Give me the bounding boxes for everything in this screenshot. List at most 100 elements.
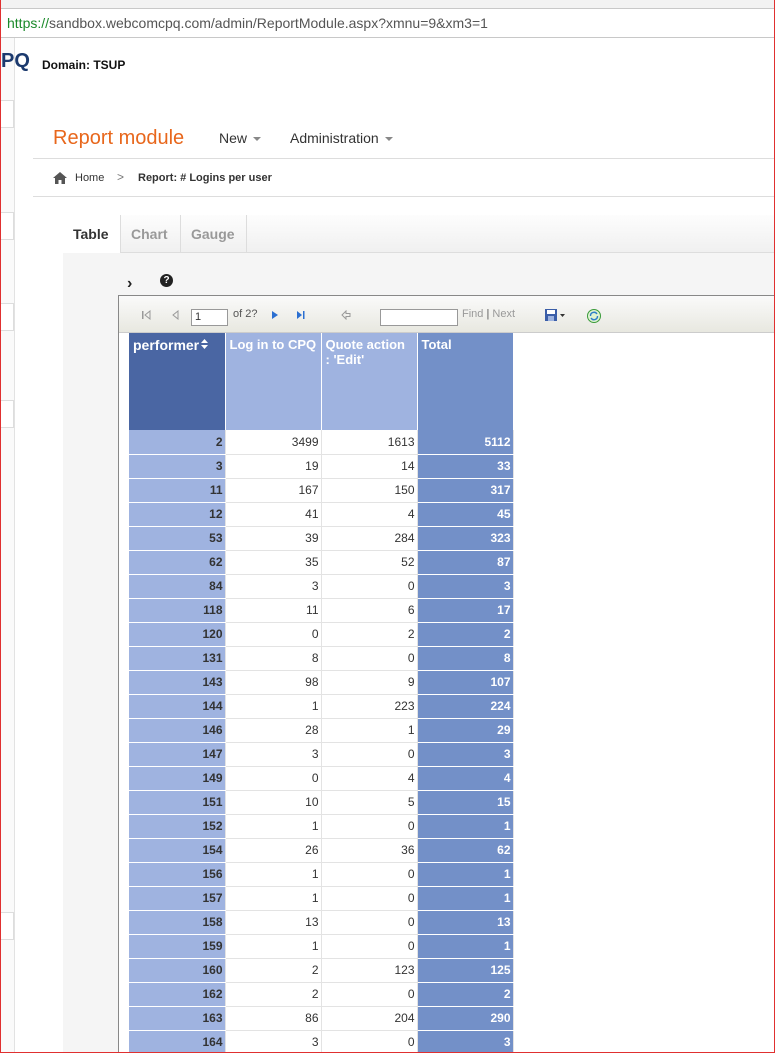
cell-login: 3 (225, 574, 322, 599)
cell-total: 5112 (417, 430, 514, 455)
cell-quote-edit: 14 (321, 454, 418, 479)
cell-quote-edit: 0 (321, 646, 418, 671)
cell-login: 3 (225, 742, 322, 767)
cell-performer: 157 (129, 886, 226, 911)
page-count: of 2? (233, 308, 258, 320)
tab-gauge[interactable]: Gauge (181, 215, 247, 253)
cell-total: 87 (417, 550, 514, 575)
cell-quote-edit: 0 (321, 910, 418, 935)
cell-performer: 149 (129, 766, 226, 791)
cell-performer: 131 (129, 646, 226, 671)
report-table: performer Log in to CPQ Quote action : '… (129, 333, 514, 1052)
cell-performer: 164 (129, 1030, 226, 1052)
cell-login: 1 (225, 694, 322, 719)
header-performer-label: performer (133, 337, 200, 353)
sidebar-item[interactable] (1, 100, 14, 128)
table-row: 154 26 36 62 (129, 838, 514, 863)
cell-login: 1 (225, 814, 322, 839)
cell-performer: 84 (129, 574, 226, 599)
cell-quote-edit: 0 (321, 886, 418, 911)
cell-login: 41 (225, 502, 322, 527)
cell-performer: 154 (129, 838, 226, 863)
header-performer[interactable]: performer (129, 333, 226, 430)
sort-icon[interactable] (201, 339, 209, 349)
tab-chart[interactable]: Chart (121, 215, 181, 253)
table-row: 159 1 0 1 (129, 934, 514, 959)
cell-quote-edit: 52 (321, 550, 418, 575)
cell-quote-edit: 0 (321, 1030, 418, 1052)
table-row: 144 1 223 224 (129, 694, 514, 719)
cell-login: 3 (225, 1030, 322, 1052)
cell-quote-edit: 284 (321, 526, 418, 551)
cell-performer: 53 (129, 526, 226, 551)
cell-quote-edit: 0 (321, 934, 418, 959)
prev-page-icon[interactable] (171, 310, 181, 320)
cell-quote-edit: 1613 (321, 430, 418, 455)
find-input[interactable] (380, 309, 458, 326)
breadcrumb-current: Report: # Logins per user (138, 172, 272, 184)
cell-quote-edit: 0 (321, 814, 418, 839)
next-link[interactable]: Next (492, 308, 515, 320)
table-row: 120 0 2 2 (129, 622, 514, 647)
menu-administration-label: Administration (290, 130, 379, 146)
cell-performer: 156 (129, 862, 226, 887)
find-link[interactable]: Find (462, 308, 483, 320)
cell-total: 1 (417, 934, 514, 959)
page-number-input[interactable]: 1 (191, 309, 228, 326)
refresh-icon[interactable] (586, 308, 602, 324)
table-row: 149 0 4 4 (129, 766, 514, 791)
header-total[interactable]: Total (417, 333, 514, 430)
cell-total: 3 (417, 742, 514, 767)
table-row: 157 1 0 1 (129, 886, 514, 911)
sidebar-item[interactable] (1, 400, 14, 428)
app-logo: PQ (1, 50, 30, 72)
chevron-down-icon (384, 137, 393, 142)
header-login[interactable]: Log in to CPQ (225, 333, 322, 430)
first-page-icon[interactable] (141, 310, 151, 320)
cell-total: 317 (417, 478, 514, 503)
cell-total: 290 (417, 1006, 514, 1031)
cell-login: 26 (225, 838, 322, 863)
cell-performer: 159 (129, 934, 226, 959)
cell-quote-edit: 6 (321, 598, 418, 623)
home-icon[interactable] (53, 172, 67, 184)
cell-total: 62 (417, 838, 514, 863)
tab-table[interactable]: Table (63, 215, 121, 253)
cell-performer: 152 (129, 814, 226, 839)
left-sidebar-edge (1, 38, 15, 1052)
export-icon[interactable] (544, 308, 566, 322)
cell-total: 33 (417, 454, 514, 479)
sidebar-item[interactable] (1, 212, 14, 240)
menu-new[interactable]: New (219, 130, 262, 146)
cell-login: 1 (225, 886, 322, 911)
view-tabs: Table Chart Gauge (63, 215, 774, 253)
cell-total: 29 (417, 718, 514, 743)
cell-login: 3499 (225, 430, 322, 455)
cell-total: 17 (417, 598, 514, 623)
help-icon[interactable]: ? (160, 274, 173, 287)
cell-total: 224 (417, 694, 514, 719)
cell-quote-edit: 36 (321, 838, 418, 863)
address-bar[interactable]: https://sandbox.webcomcpq.com/admin/Repo… (1, 8, 774, 38)
cell-performer: 160 (129, 958, 226, 983)
expand-icon[interactable]: › (127, 275, 132, 293)
last-page-icon[interactable] (296, 310, 306, 320)
table-row: 62 35 52 87 (129, 550, 514, 575)
table-row: 53 39 284 323 (129, 526, 514, 551)
cell-performer: 120 (129, 622, 226, 647)
cell-login: 0 (225, 622, 322, 647)
cell-quote-edit: 0 (321, 574, 418, 599)
sidebar-item[interactable] (1, 303, 14, 331)
cell-performer: 12 (129, 502, 226, 527)
back-icon[interactable] (341, 310, 351, 320)
next-page-icon[interactable] (270, 310, 280, 320)
breadcrumb-home[interactable]: Home (75, 172, 104, 184)
sidebar-item[interactable] (1, 912, 14, 940)
header-quote-edit[interactable]: Quote action : 'Edit' (321, 333, 418, 430)
cell-login: 11 (225, 598, 322, 623)
cell-quote-edit: 4 (321, 766, 418, 791)
url-text[interactable]: https://sandbox.webcomcpq.com/admin/Repo… (7, 15, 488, 31)
menu-administration[interactable]: Administration (290, 130, 393, 146)
cell-quote-edit: 123 (321, 958, 418, 983)
cell-login: 0 (225, 766, 322, 791)
